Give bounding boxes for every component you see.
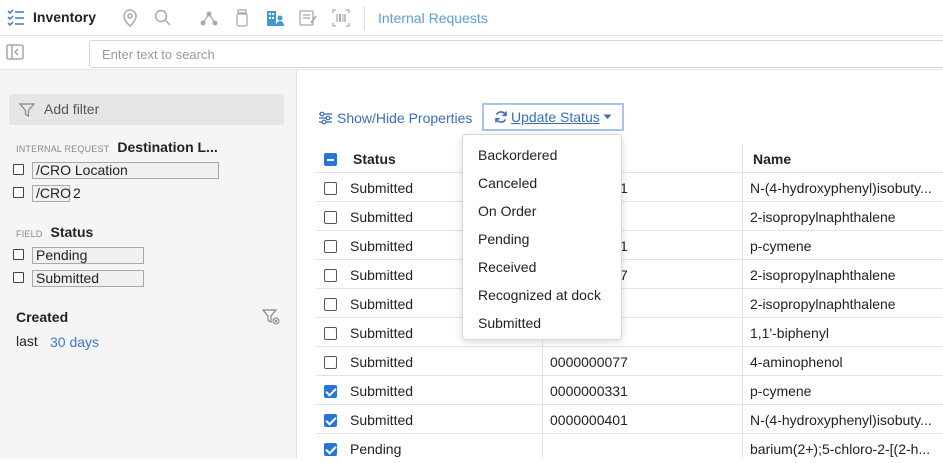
refresh-icon	[495, 111, 507, 123]
row-name: 2-isopropylnaphthalene	[750, 267, 896, 283]
row-checkbox[interactable]	[324, 269, 337, 282]
row-name: N-(4-hydroxyphenyl)isobuty...	[750, 412, 932, 428]
sliders-icon	[319, 111, 332, 125]
destination-filter-header: INTERNAL REQUEST Destination L...	[16, 139, 218, 155]
row-status: Submitted	[350, 383, 414, 399]
row-id: 0000000401	[550, 412, 628, 428]
status-option-chip[interactable]: Pending	[32, 247, 144, 264]
search-icon[interactable]	[153, 8, 173, 28]
filter-sidebar: Add filter INTERNAL REQUEST Destination …	[0, 70, 297, 459]
row-name: barium(2+);5-chloro-2-[(2-h...	[750, 441, 931, 457]
row-status: Submitted	[350, 354, 414, 370]
row-checkbox[interactable]	[324, 385, 337, 398]
select-all-checkbox[interactable]	[324, 153, 337, 166]
table-row[interactable]: Submitted 1 N-(4-hydroxyphenyl)isobuty..…	[316, 173, 943, 202]
clear-filter-icon[interactable]	[262, 308, 280, 326]
status-option-recognized-at-dock[interactable]: Recognized at dock	[478, 287, 601, 303]
status-option-checkbox[interactable]	[13, 249, 24, 260]
table-row[interactable]: Submitted 0000000077 4-aminophenol	[316, 347, 943, 376]
status-option-on-order[interactable]: On Order	[478, 203, 536, 219]
table-row[interactable]: Submitted 2-isopropylnaphthalene	[316, 202, 943, 231]
filter-category-label: FIELD	[16, 229, 43, 239]
row-name: 2-isopropylnaphthalene	[750, 209, 896, 225]
row-status: Submitted	[350, 296, 414, 312]
search-input[interactable]	[89, 40, 943, 68]
destination-option-chip[interactable]: /CRO	[32, 185, 71, 202]
add-filter-button[interactable]: Add filter	[9, 94, 284, 125]
bottle-icon[interactable]	[232, 8, 252, 28]
barcode-icon[interactable]	[331, 8, 351, 28]
show-hide-label: Show/Hide Properties	[337, 110, 473, 126]
row-name: 1,1'-biphenyl	[750, 325, 829, 341]
column-header-status[interactable]: Status	[353, 151, 396, 167]
row-checkbox[interactable]	[324, 443, 337, 456]
row-status: Submitted	[350, 180, 414, 196]
created-last-value[interactable]: 30 days	[50, 334, 99, 350]
molecule-icon[interactable]	[199, 8, 219, 28]
row-status: Submitted	[350, 238, 414, 254]
show-hide-properties-button[interactable]: Show/Hide Properties	[318, 110, 472, 126]
destination-option-checkbox[interactable]	[13, 187, 24, 198]
created-filter-label: Created	[16, 309, 69, 325]
filter-name[interactable]: Status	[51, 224, 94, 240]
row-name: p-cymene	[750, 383, 812, 399]
status-option-pending[interactable]: Pending	[478, 231, 529, 247]
row-checkbox[interactable]	[324, 327, 337, 340]
caret-down-icon	[603, 114, 612, 119]
row-checkbox[interactable]	[324, 414, 337, 427]
column-header-name[interactable]: Name	[753, 151, 791, 167]
row-status: Submitted	[350, 412, 414, 428]
update-status-button[interactable]: Update Status	[482, 103, 624, 131]
table-row[interactable]: Submitted 1 p-cymene	[316, 231, 943, 260]
table-row[interactable]: Submitted 1,1'-biphenyl	[316, 318, 943, 347]
row-checkbox[interactable]	[324, 211, 337, 224]
row-status: Pending	[350, 441, 402, 457]
tab-internal-requests[interactable]: Internal Requests	[378, 10, 488, 26]
row-checkbox[interactable]	[324, 240, 337, 253]
row-checkbox[interactable]	[324, 356, 337, 369]
update-status-label: Update Status	[511, 109, 600, 125]
row-id: 0000000077	[550, 354, 628, 370]
row-checkbox[interactable]	[324, 182, 337, 195]
status-filter-header: FIELD Status	[16, 224, 93, 240]
row-name: N-(4-hydroxyphenyl)isobuty...	[750, 180, 932, 196]
destination-option-text: 2	[73, 185, 81, 201]
created-last-label: last	[16, 333, 38, 349]
destination-option-chip[interactable]: /CRO Location	[32, 162, 219, 179]
filter-icon	[19, 103, 35, 117]
table-row[interactable]: Submitted 2-isopropylnaphthalene	[316, 289, 943, 318]
table-row[interactable]: Submitted 0000000401 N-(4-hydroxyphenyl)…	[316, 405, 943, 434]
status-option-submitted[interactable]: Submitted	[478, 315, 541, 331]
row-checkbox[interactable]	[324, 298, 337, 311]
add-filter-label: Add filter	[44, 101, 100, 117]
filter-category-label: INTERNAL REQUEST	[16, 144, 110, 154]
destination-option-checkbox[interactable]	[13, 164, 24, 175]
row-status: Submitted	[350, 325, 414, 341]
status-option-chip[interactable]: Submitted	[32, 270, 144, 287]
building-people-icon[interactable]	[265, 8, 285, 28]
inventory-list-icon[interactable]	[6, 7, 26, 27]
row-name: p-cymene	[750, 238, 812, 254]
top-toolbar: Inventory Internal Requests	[0, 0, 943, 36]
row-id: 0000000331	[550, 383, 628, 399]
notes-edit-icon[interactable]	[298, 8, 318, 28]
sidebar-collapse-icon[interactable]	[6, 44, 24, 60]
row-name: 4-aminophenol	[750, 354, 843, 370]
status-option-checkbox[interactable]	[13, 272, 24, 283]
location-pin-icon[interactable]	[120, 8, 140, 28]
row-name: 2-isopropylnaphthalene	[750, 296, 896, 312]
app-title[interactable]: Inventory	[33, 9, 96, 25]
status-option-canceled[interactable]: Canceled	[478, 175, 537, 191]
update-status-dropdown: Backordered Canceled On Order Pending Re…	[462, 134, 622, 340]
table-header-row: Status Name	[316, 144, 943, 173]
status-option-backordered[interactable]: Backordered	[478, 147, 557, 163]
table-row[interactable]: Submitted 7 2-isopropylnaphthalene	[316, 260, 943, 289]
table-row[interactable]: Submitted 0000000331 p-cymene	[316, 376, 943, 405]
status-option-received[interactable]: Received	[478, 259, 536, 275]
row-status: Submitted	[350, 209, 414, 225]
toolbar-divider	[364, 6, 365, 30]
filter-name[interactable]: Destination L...	[117, 139, 217, 155]
search-row	[0, 36, 943, 70]
row-status: Submitted	[350, 267, 414, 283]
